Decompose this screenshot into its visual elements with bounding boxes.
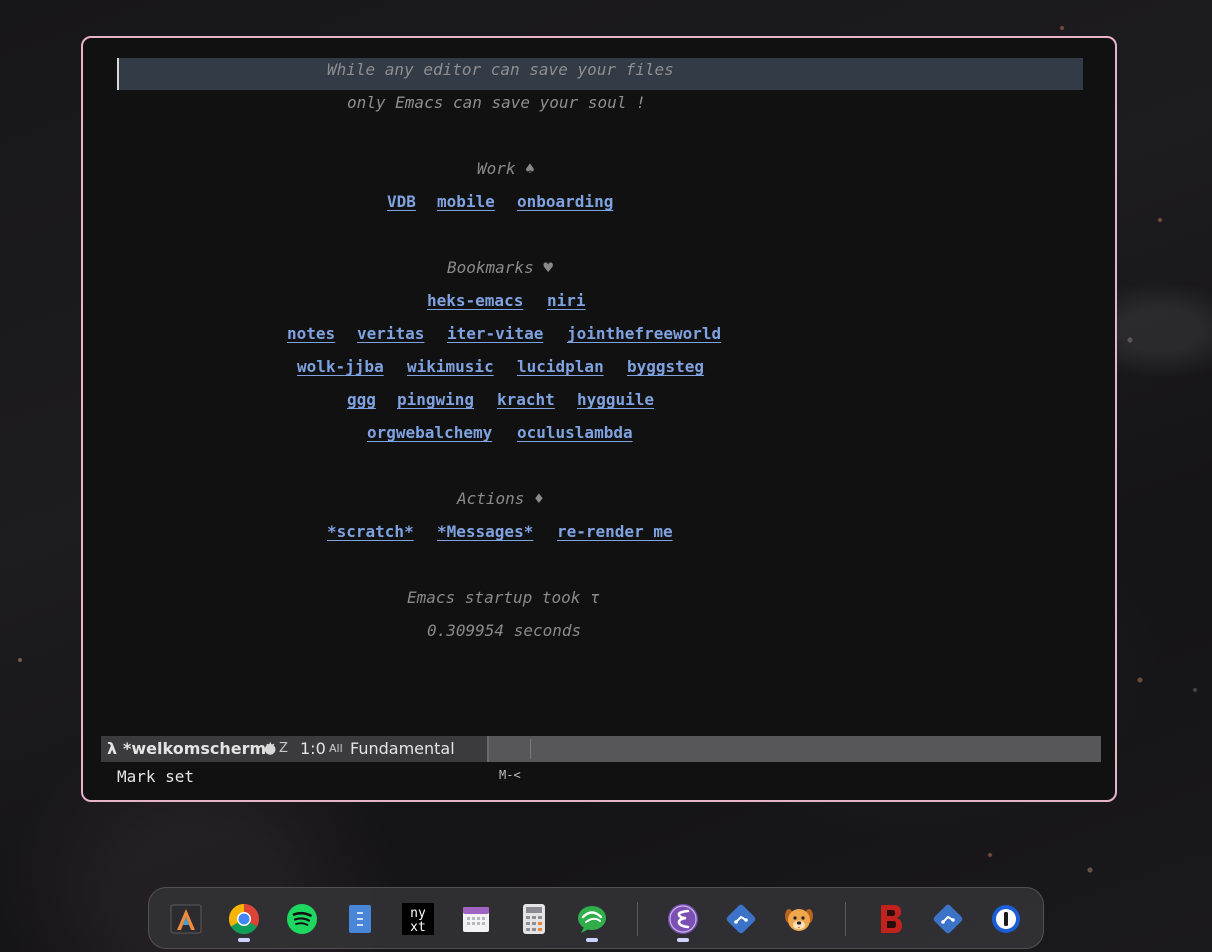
link-wikimusic[interactable]: wikimusic xyxy=(407,351,494,383)
z-indicator: Z xyxy=(279,741,288,756)
running-indicator xyxy=(677,938,689,942)
dashboard-buffer[interactable]: While any editor can save your files onl… xyxy=(83,38,1115,734)
dog-icon[interactable] xyxy=(782,902,816,936)
echo-area: Mark set xyxy=(117,767,195,786)
nyxt-icon[interactable]: ny xt xyxy=(401,902,435,936)
link-veritas[interactable]: veritas xyxy=(357,318,424,350)
running-indicator xyxy=(586,938,598,942)
dock-separator xyxy=(845,902,846,936)
dock-separator xyxy=(637,902,638,936)
link-pingwing[interactable]: pingwing xyxy=(397,384,474,416)
link-re-render[interactable]: re-render me xyxy=(557,516,673,548)
link-hygguile[interactable]: hygguile xyxy=(577,384,654,416)
dock: ny xt xyxy=(148,887,1044,949)
link-wolk-jjba[interactable]: wolk-jjba xyxy=(297,351,384,383)
cursor-position: 1:0 xyxy=(300,739,326,758)
lambda-icon: λ xyxy=(107,739,118,758)
major-mode: Fundamental xyxy=(350,739,455,758)
link-ggg[interactable]: ggg xyxy=(347,384,376,416)
link-scratch[interactable]: *scratch* xyxy=(327,516,414,548)
link-iter-vitae[interactable]: iter-vitae xyxy=(447,318,543,350)
emacs-icon[interactable] xyxy=(666,902,700,942)
svg-text:xt: xt xyxy=(410,920,426,935)
1password-icon[interactable] xyxy=(989,902,1023,936)
link-messages[interactable]: *Messages* xyxy=(437,516,533,548)
tagline-1: While any editor can save your files xyxy=(327,60,674,79)
svg-text:ny: ny xyxy=(410,906,426,921)
link-niri[interactable]: niri xyxy=(547,285,586,317)
link-heks-emacs[interactable]: heks-emacs xyxy=(427,285,523,317)
calculator-icon[interactable] xyxy=(517,902,551,936)
link-byggsteg[interactable]: byggsteg xyxy=(627,351,704,383)
link-notes[interactable]: notes xyxy=(287,318,335,350)
link-onboarding[interactable]: onboarding xyxy=(517,186,613,218)
files-icon[interactable] xyxy=(343,902,377,936)
tagline-2: only Emacs can save your soul ! xyxy=(347,93,646,112)
link-jointhefreeworld[interactable]: jointhefreeworld xyxy=(567,318,721,350)
section-title-bookmarks: Bookmarks ♥ xyxy=(447,258,553,277)
text-cursor xyxy=(117,58,119,90)
keycast-key: M-< xyxy=(499,768,521,782)
git-icon-2[interactable] xyxy=(931,902,965,936)
calendar-icon[interactable] xyxy=(459,902,493,936)
buffer-name: *welkomscherm* xyxy=(123,739,275,758)
running-indicator xyxy=(238,938,250,942)
section-title-actions: Actions ♦ xyxy=(457,489,544,508)
link-orgwebalchemy[interactable]: orgwebalchemy xyxy=(367,417,492,449)
link-lucidplan[interactable]: lucidplan xyxy=(517,351,604,383)
keycast-separator xyxy=(530,739,531,759)
emacs-window[interactable]: While any editor can save your files onl… xyxy=(81,36,1117,802)
spotify-icon[interactable] xyxy=(285,902,319,936)
modified-indicator: ● xyxy=(264,741,277,757)
startup-time: 0.309954 seconds xyxy=(427,621,582,640)
section-title-work: Work ♠ xyxy=(477,159,535,178)
link-kracht[interactable]: kracht xyxy=(497,384,555,416)
link-oculuslambda[interactable]: oculuslambda xyxy=(517,417,633,449)
guile-icon[interactable] xyxy=(575,902,609,942)
b-app-icon[interactable] xyxy=(873,902,907,936)
keycast-area: M-< beginning-of-buffer xyxy=(487,736,1101,782)
mode-line: λ *welkomscherm* ● Z 1:0 All Fundamental… xyxy=(101,736,1101,782)
link-mobile[interactable]: mobile xyxy=(437,186,495,218)
chrome-icon[interactable] xyxy=(227,902,261,942)
alacritty-icon[interactable] xyxy=(169,902,203,936)
startup-line-1: Emacs startup took τ xyxy=(407,588,600,607)
scroll-indicator: All xyxy=(329,742,343,755)
git-icon[interactable] xyxy=(724,902,758,936)
link-vdb[interactable]: VDB xyxy=(387,186,416,218)
